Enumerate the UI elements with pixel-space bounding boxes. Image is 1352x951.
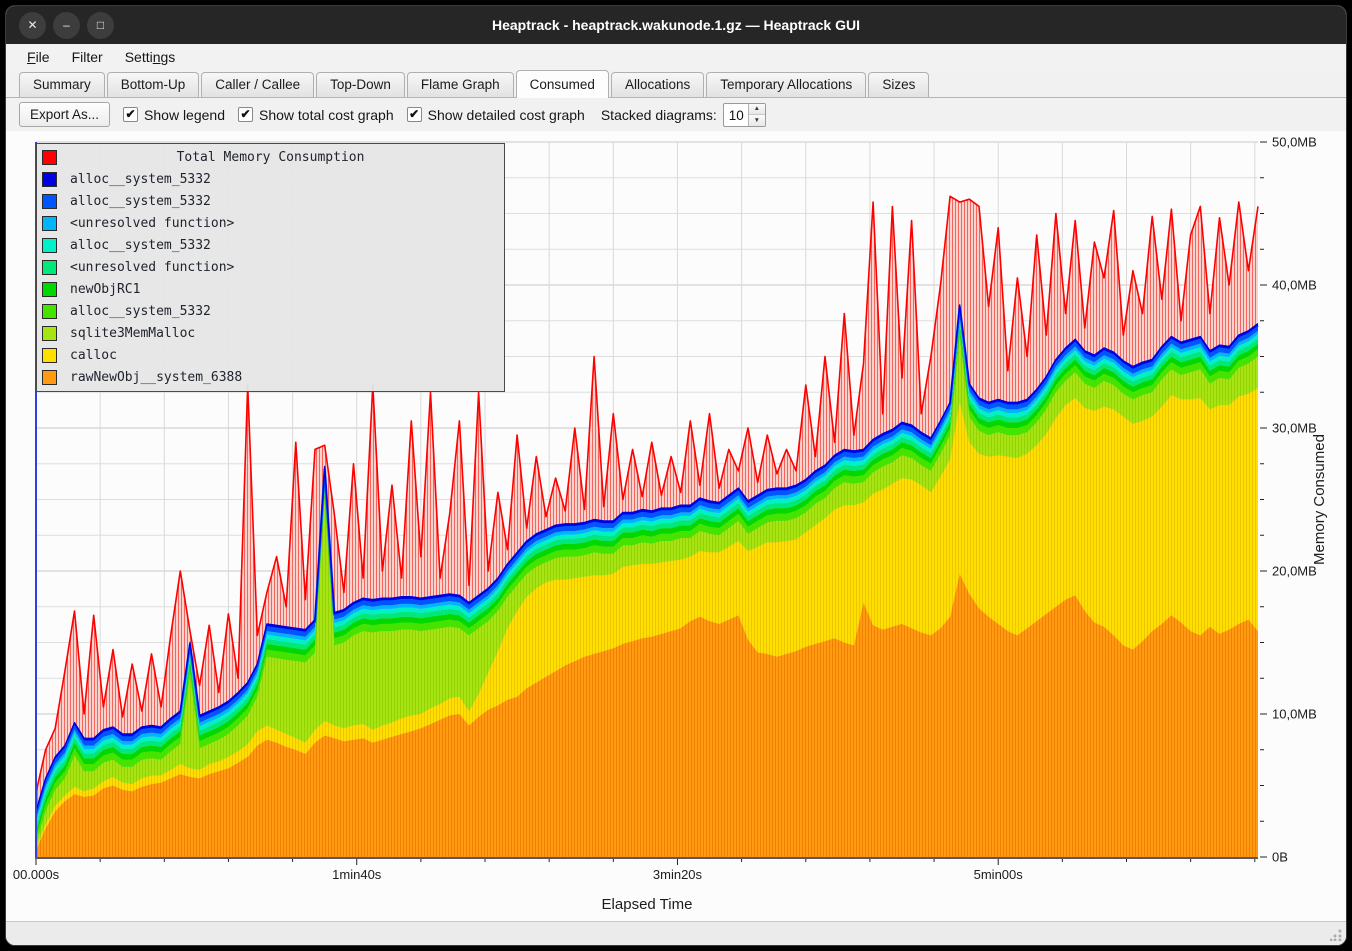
menu-settings[interactable]: Settings	[114, 47, 187, 67]
svg-text:40,0MB: 40,0MB	[1272, 278, 1317, 293]
svg-text:30,0MB: 30,0MB	[1272, 421, 1317, 436]
app-window: ✕ – □ Heaptrack - heaptrack.wakunode.1.g…	[5, 5, 1347, 946]
legend-label: Total Memory Consumption	[37, 150, 504, 165]
svg-text:0B: 0B	[1272, 850, 1288, 865]
legend-swatch-icon	[42, 216, 57, 231]
svg-text:10,0MB: 10,0MB	[1272, 707, 1317, 722]
checkbox-checked-icon[interactable]: ✔	[238, 107, 253, 122]
export-as-button[interactable]: Export As...	[19, 102, 110, 127]
show-detailed-cost-checkbox[interactable]: ✔ Show detailed cost graph	[407, 107, 585, 123]
tab-bar: Summary Bottom-Up Caller / Callee Top-Do…	[6, 70, 1346, 98]
legend-item: alloc__system_5332	[37, 234, 504, 256]
legend-title-row: Total Memory Consumption	[37, 146, 504, 168]
show-legend-label: Show legend	[144, 107, 225, 123]
legend-item: alloc__system_5332	[37, 300, 504, 322]
close-icon[interactable]: ✕	[19, 12, 46, 39]
legend-label: alloc__system_5332	[70, 194, 211, 209]
legend-swatch-icon	[42, 194, 57, 209]
minimize-icon[interactable]: –	[53, 12, 80, 39]
svg-text:50,0MB: 50,0MB	[1272, 135, 1317, 150]
chart-legend: Total Memory Consumption alloc__system_53…	[36, 143, 505, 392]
legend-swatch-icon	[42, 370, 57, 385]
stacked-diagrams-spinbox[interactable]: 10 ▲ ▼	[723, 103, 766, 127]
legend-label: newObjRC1	[70, 282, 140, 297]
legend-label: <unresolved function>	[70, 260, 234, 275]
tab-summary[interactable]: Summary	[19, 72, 105, 97]
status-bar	[6, 921, 1346, 945]
menu-bar: File Filter Settings	[6, 44, 1346, 70]
maximize-icon[interactable]: □	[87, 12, 114, 39]
legend-label: alloc__system_5332	[70, 172, 211, 187]
legend-swatch-icon	[42, 304, 57, 319]
legend-item: calloc	[37, 344, 504, 366]
legend-item: <unresolved function>	[37, 256, 504, 278]
resize-grip-icon[interactable]	[1330, 929, 1342, 941]
svg-text:1min40s: 1min40s	[332, 867, 382, 882]
legend-item: newObjRC1	[37, 278, 504, 300]
tab-top-down[interactable]: Top-Down	[316, 72, 405, 97]
legend-item: rawNewObj__system_6388	[37, 366, 504, 388]
legend-swatch-icon	[42, 348, 57, 363]
tab-bottom-up[interactable]: Bottom-Up	[107, 72, 200, 97]
legend-label: <unresolved function>	[70, 216, 234, 231]
window-title: Heaptrack - heaptrack.wakunode.1.gz — He…	[6, 17, 1346, 33]
legend-label: rawNewObj__system_6388	[70, 370, 242, 385]
svg-text:3min20s: 3min20s	[653, 867, 703, 882]
tab-caller-callee[interactable]: Caller / Callee	[201, 72, 314, 97]
show-detailed-cost-label: Show detailed cost graph	[428, 107, 585, 123]
svg-text:00.000s: 00.000s	[13, 867, 60, 882]
legend-label: calloc	[70, 348, 117, 363]
spin-up-icon[interactable]: ▲	[749, 104, 765, 116]
menu-filter[interactable]: Filter	[61, 47, 114, 67]
stacked-diagrams-value[interactable]: 10	[724, 104, 748, 126]
spin-down-icon[interactable]: ▼	[749, 115, 765, 126]
legend-swatch-icon	[42, 238, 57, 253]
legend-label: alloc__system_5332	[70, 304, 211, 319]
legend-swatch-icon	[42, 326, 57, 341]
show-total-cost-label: Show total cost graph	[259, 107, 394, 123]
title-bar[interactable]: ✕ – □ Heaptrack - heaptrack.wakunode.1.g…	[6, 6, 1346, 44]
legend-item: alloc__system_5332	[37, 190, 504, 212]
legend-item: <unresolved function>	[37, 212, 504, 234]
legend-swatch-icon	[42, 260, 57, 275]
checkbox-checked-icon[interactable]: ✔	[407, 107, 422, 122]
tab-flame-graph[interactable]: Flame Graph	[407, 72, 514, 97]
tab-sizes[interactable]: Sizes	[868, 72, 929, 97]
toolbar: Export As... ✔ Show legend ✔ Show total …	[6, 98, 1346, 131]
tab-consumed[interactable]: Consumed	[516, 70, 609, 98]
menu-file[interactable]: File	[16, 47, 61, 67]
legend-item: alloc__system_5332	[37, 168, 504, 190]
tab-temporary-allocations[interactable]: Temporary Allocations	[706, 72, 866, 97]
checkbox-checked-icon[interactable]: ✔	[123, 107, 138, 122]
stacked-diagrams-label: Stacked diagrams:	[601, 107, 717, 123]
show-total-cost-checkbox[interactable]: ✔ Show total cost graph	[238, 107, 394, 123]
tab-allocations[interactable]: Allocations	[611, 72, 704, 97]
chart-area: 00.000s 1min40s 3min20s 5min00s Elapsed Time…	[6, 131, 1346, 921]
show-legend-checkbox[interactable]: ✔ Show legend	[123, 107, 225, 123]
legend-label: alloc__system_5332	[70, 238, 211, 253]
legend-item: sqlite3MemMalloc	[37, 322, 504, 344]
svg-text:Memory Consumed: Memory Consumed	[1311, 434, 1328, 565]
legend-swatch-icon	[42, 282, 57, 297]
svg-text:Elapsed Time: Elapsed Time	[602, 896, 693, 913]
svg-text:5min00s: 5min00s	[974, 867, 1024, 882]
legend-label: sqlite3MemMalloc	[70, 326, 195, 341]
legend-swatch-icon	[42, 172, 57, 187]
